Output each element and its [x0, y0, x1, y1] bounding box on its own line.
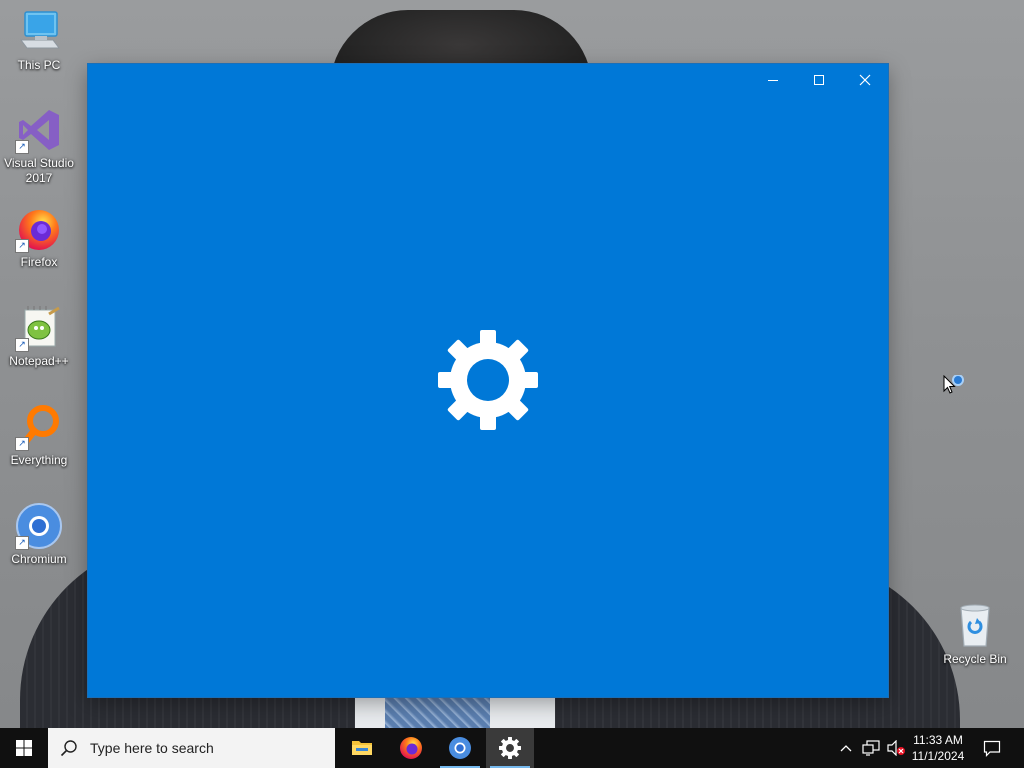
taskbar-clock[interactable]: 11:33 AM 11/1/2024	[906, 728, 970, 768]
desktop-icon-everything[interactable]: ↗ Everything	[0, 403, 78, 468]
show-hidden-icons-button[interactable]	[836, 728, 856, 768]
notification-icon	[983, 740, 1001, 757]
start-button[interactable]	[0, 728, 48, 768]
notepadpp-icon: ↗	[15, 304, 63, 352]
taskbar-app-settings[interactable]	[486, 728, 534, 768]
visual-studio-icon: ↗	[15, 106, 63, 154]
settings-splash-window[interactable]	[88, 64, 888, 697]
taskbar-app-file-explorer[interactable]	[338, 728, 386, 768]
shortcut-arrow-icon: ↗	[15, 140, 29, 154]
desktop-icon-recycle-bin[interactable]: Recycle Bin	[936, 602, 1014, 667]
network-button[interactable]	[859, 728, 883, 768]
taskbar-app-firefox[interactable]	[387, 728, 435, 768]
desktop-icon-label: Firefox	[20, 255, 58, 269]
desktop-icon-label: Recycle Bin	[943, 652, 1007, 666]
desktop-icon-visual-studio[interactable]: ↗ Visual Studio 2017	[0, 106, 78, 186]
firefox-icon	[400, 737, 422, 759]
maximize-button[interactable]	[796, 64, 842, 96]
this-pc-icon	[15, 8, 63, 56]
taskbar-search-box[interactable]	[48, 728, 335, 768]
desktop-icon-firefox[interactable]: ↗ Firefox	[0, 205, 78, 270]
clock-time: 11:33 AM	[913, 733, 963, 747]
desktop-icon-label: Visual Studio 2017	[4, 156, 74, 185]
chromium-icon	[449, 737, 471, 759]
taskbar: 11:33 AM 11/1/2024	[0, 728, 1024, 768]
desktop-icon-notepadpp[interactable]: ↗ Notepad++	[0, 304, 78, 369]
desktop-icon-label: Everything	[10, 453, 68, 467]
wallpaper-tie	[385, 695, 490, 728]
volume-button[interactable]	[884, 728, 908, 768]
shortcut-arrow-icon: ↗	[15, 536, 29, 550]
close-button[interactable]	[842, 64, 888, 96]
minimize-icon	[768, 80, 778, 81]
action-center-button[interactable]	[978, 728, 1006, 768]
desktop-icon-label: Chromium	[11, 552, 67, 566]
chromium-icon: ↗	[15, 502, 63, 550]
recycle-bin-icon	[951, 602, 999, 650]
busy-cursor-icon	[943, 375, 964, 394]
gear-icon	[438, 330, 538, 430]
chevron-up-icon	[840, 745, 852, 752]
shortcut-arrow-icon: ↗	[15, 239, 29, 253]
maximize-icon	[814, 75, 824, 85]
desktop-icon-label: This PC	[17, 58, 61, 72]
everything-icon: ↗	[15, 403, 63, 451]
desktop-icon-label: Notepad++	[9, 354, 69, 368]
search-input[interactable]	[88, 739, 312, 757]
folder-icon	[352, 741, 372, 755]
minimize-button[interactable]	[750, 64, 796, 96]
shortcut-arrow-icon: ↗	[15, 437, 29, 451]
firefox-icon: ↗	[15, 205, 63, 253]
desktop-icon-chromium[interactable]: ↗ Chromium	[0, 502, 78, 567]
volume-muted-icon	[887, 740, 905, 756]
network-icon	[862, 740, 880, 756]
windows-logo-icon	[16, 740, 32, 756]
clock-date: 11/1/2024	[911, 749, 965, 763]
taskbar-app-chromium[interactable]	[436, 728, 484, 768]
shortcut-arrow-icon: ↗	[15, 338, 29, 352]
search-icon	[60, 740, 77, 757]
gear-icon	[499, 737, 521, 759]
close-icon	[859, 74, 871, 86]
desktop-icon-this-pc[interactable]: This PC	[0, 8, 78, 73]
